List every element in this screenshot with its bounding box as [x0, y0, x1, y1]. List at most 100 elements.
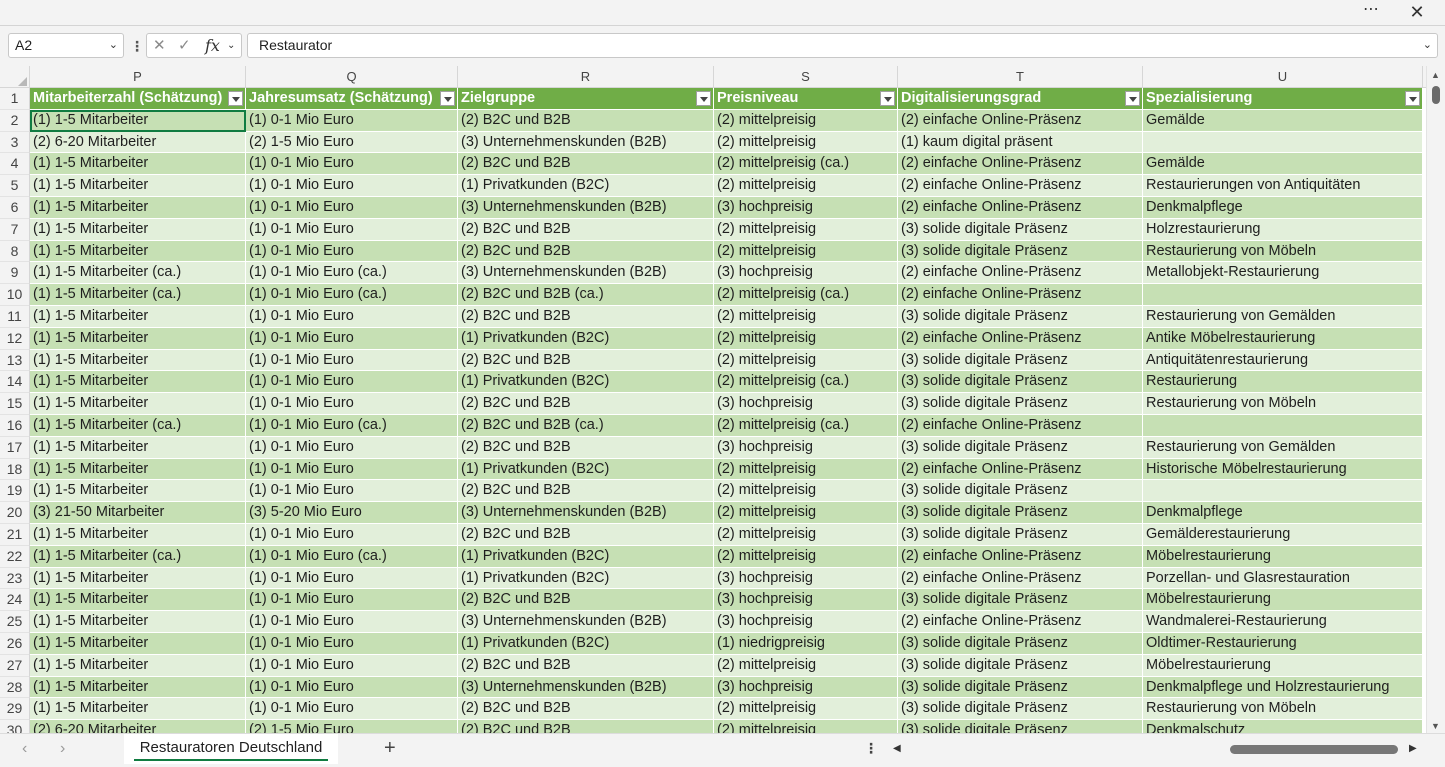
cell-p[interactable]: (1) 1-5 Mitarbeiter [30, 524, 246, 546]
cell-p[interactable]: (1) 1-5 Mitarbeiter [30, 458, 246, 481]
column-header-s[interactable]: S [714, 66, 898, 88]
select-all-button[interactable] [0, 66, 30, 88]
cell-s[interactable]: (2) mittelpreisig [714, 218, 898, 241]
cell-r[interactable]: (2) B2C und B2B [458, 240, 714, 263]
cell-q[interactable]: (1) 0-1 Mio Euro (ca.) [246, 262, 458, 285]
cell-r[interactable]: (1) Privatkunden (B2C) [458, 567, 714, 590]
column-title-u[interactable]: Spezialisierung [1143, 88, 1423, 110]
cell-p[interactable]: (1) 1-5 Mitarbeiter (ca.) [30, 262, 246, 285]
cell-q[interactable]: (1) 0-1 Mio Euro [246, 393, 458, 415]
cell-u[interactable]: Restaurierung von Möbeln [1143, 393, 1423, 415]
cell-s[interactable]: (3) hochpreisig [714, 262, 898, 285]
cell-r[interactable]: (3) Unternehmenskunden (B2B) [458, 262, 714, 285]
cell-p[interactable]: (1) 1-5 Mitarbeiter [30, 654, 246, 677]
cell-q[interactable]: (1) 0-1 Mio Euro [246, 589, 458, 612]
column-title-q[interactable]: Jahresumsatz (Schätzung) [246, 88, 458, 110]
cell-u[interactable]: Denkmalpflege und Holzrestaurierung [1143, 676, 1423, 699]
cell-p[interactable]: (1) 1-5 Mitarbeiter [30, 393, 246, 415]
row-number[interactable]: 15 [0, 393, 30, 415]
cell-q[interactable]: (1) 0-1 Mio Euro [246, 676, 458, 699]
cell-p[interactable]: (1) 1-5 Mitarbeiter [30, 567, 246, 590]
cell-u[interactable]: Möbelrestaurierung [1143, 545, 1423, 568]
enter-icon[interactable]: ✓ [178, 35, 191, 57]
cell-u[interactable]: Wandmalerei-Restaurierung [1143, 611, 1423, 633]
row-number[interactable]: 18 [0, 458, 30, 481]
cell-q[interactable]: (1) 0-1 Mio Euro [246, 480, 458, 503]
cell-p[interactable]: (2) 6-20 Mitarbeiter [30, 131, 246, 154]
cell-t[interactable]: (3) solide digitale Präsenz [898, 589, 1143, 612]
cell-s[interactable]: (2) mittelpreisig [714, 109, 898, 132]
cell-u[interactable]: Porzellan- und Glasrestauration [1143, 567, 1423, 590]
cell-q[interactable]: (1) 0-1 Mio Euro [246, 109, 458, 132]
cell-t[interactable]: (1) kaum digital präsent [898, 131, 1143, 154]
column-header-u[interactable]: U [1143, 66, 1423, 88]
cell-t[interactable]: (2) einfache Online-Präsenz [898, 175, 1143, 197]
sheet-options-icon[interactable]: ⋮ [864, 740, 878, 757]
row-number[interactable]: 13 [0, 349, 30, 372]
cell-s[interactable]: (2) mittelpreisig [714, 131, 898, 154]
cell-p[interactable]: (1) 1-5 Mitarbeiter [30, 371, 246, 394]
column-header-r[interactable]: R [458, 66, 714, 88]
cell-r[interactable]: (2) B2C und B2B (ca.) [458, 415, 714, 437]
cell-q[interactable]: (1) 0-1 Mio Euro [246, 306, 458, 328]
filter-dropdown-icon[interactable] [880, 91, 895, 106]
cell-r[interactable]: (2) B2C und B2B [458, 589, 714, 612]
cell-s[interactable]: (3) hochpreisig [714, 567, 898, 590]
cell-p[interactable]: (1) 1-5 Mitarbeiter [30, 698, 246, 721]
cell-r[interactable]: (3) Unternehmenskunden (B2B) [458, 502, 714, 524]
cell-p[interactable]: (1) 1-5 Mitarbeiter [30, 306, 246, 328]
cell-p[interactable]: (1) 1-5 Mitarbeiter (ca.) [30, 545, 246, 568]
cell-r[interactable]: (3) Unternehmenskunden (B2B) [458, 611, 714, 633]
cell-r[interactable]: (2) B2C und B2B [458, 393, 714, 415]
cell-r[interactable]: (2) B2C und B2B [458, 306, 714, 328]
cell-q[interactable]: (3) 5-20 Mio Euro [246, 502, 458, 524]
cell-t[interactable]: (2) einfache Online-Präsenz [898, 197, 1143, 219]
row-number[interactable]: 8 [0, 240, 30, 263]
cell-u[interactable]: Restaurierung [1143, 371, 1423, 394]
cell-s[interactable]: (2) mittelpreisig [714, 720, 898, 733]
cell-t[interactable]: (3) solide digitale Präsenz [898, 698, 1143, 721]
cell-t[interactable]: (2) einfache Online-Präsenz [898, 567, 1143, 590]
cell-u[interactable]: Metallobjekt-Restaurierung [1143, 262, 1423, 285]
scroll-down-icon[interactable]: ▼ [1431, 721, 1440, 731]
row-number[interactable]: 24 [0, 589, 30, 612]
cell-u[interactable]: Holzrestaurierung [1143, 218, 1423, 241]
cell-s[interactable]: (2) mittelpreisig [714, 306, 898, 328]
cell-r[interactable]: (2) B2C und B2B (ca.) [458, 284, 714, 306]
cell-t[interactable]: (2) einfache Online-Präsenz [898, 458, 1143, 481]
cell-p[interactable]: (1) 1-5 Mitarbeiter [30, 611, 246, 633]
cell-u[interactable]: Gemälde [1143, 109, 1423, 132]
cell-q[interactable]: (1) 0-1 Mio Euro [246, 567, 458, 590]
column-header-q[interactable]: Q [246, 66, 458, 88]
cell-u[interactable]: Denkmalpflege [1143, 197, 1423, 219]
name-box[interactable]: A2 ⌄ [8, 33, 124, 58]
cell-p[interactable]: (1) 1-5 Mitarbeiter [30, 197, 246, 219]
cell-s[interactable]: (2) mittelpreisig [714, 349, 898, 372]
cell-t[interactable]: (3) solide digitale Präsenz [898, 306, 1143, 328]
cell-t[interactable]: (2) einfache Online-Präsenz [898, 327, 1143, 350]
cell-s[interactable]: (2) mittelpreisig (ca.) [714, 284, 898, 306]
cell-t[interactable]: (2) einfache Online-Präsenz [898, 545, 1143, 568]
scroll-up-icon[interactable]: ▲ [1431, 70, 1440, 80]
cell-r[interactable]: (2) B2C und B2B [458, 698, 714, 721]
row-number[interactable]: 25 [0, 611, 30, 633]
row-number[interactable]: 30 [0, 720, 30, 733]
expand-formula-icon[interactable]: ⌄ [1423, 34, 1432, 57]
cell-u[interactable]: Antiquitätenrestaurierung [1143, 349, 1423, 372]
cell-u[interactable]: Antike Möbelrestaurierung [1143, 327, 1423, 350]
cell-p[interactable]: (1) 1-5 Mitarbeiter [30, 153, 246, 176]
row-number[interactable]: 1 [0, 88, 30, 110]
cell-p[interactable]: (1) 1-5 Mitarbeiter (ca.) [30, 284, 246, 306]
vertical-scroll-thumb[interactable] [1432, 86, 1440, 104]
cell-s[interactable]: (2) mittelpreisig [714, 698, 898, 721]
cell-r[interactable]: (1) Privatkunden (B2C) [458, 327, 714, 350]
cell-p[interactable]: (1) 1-5 Mitarbeiter [30, 327, 246, 350]
cell-s[interactable]: (3) hochpreisig [714, 436, 898, 459]
cell-r[interactable]: (2) B2C und B2B [458, 153, 714, 176]
cell-u[interactable]: Oldtimer-Restaurierung [1143, 633, 1423, 655]
cell-s[interactable]: (2) mittelpreisig [714, 175, 898, 197]
row-number[interactable]: 22 [0, 545, 30, 568]
cell-q[interactable]: (1) 0-1 Mio Euro [246, 371, 458, 394]
cell-s[interactable]: (3) hochpreisig [714, 611, 898, 633]
row-number[interactable]: 12 [0, 327, 30, 350]
